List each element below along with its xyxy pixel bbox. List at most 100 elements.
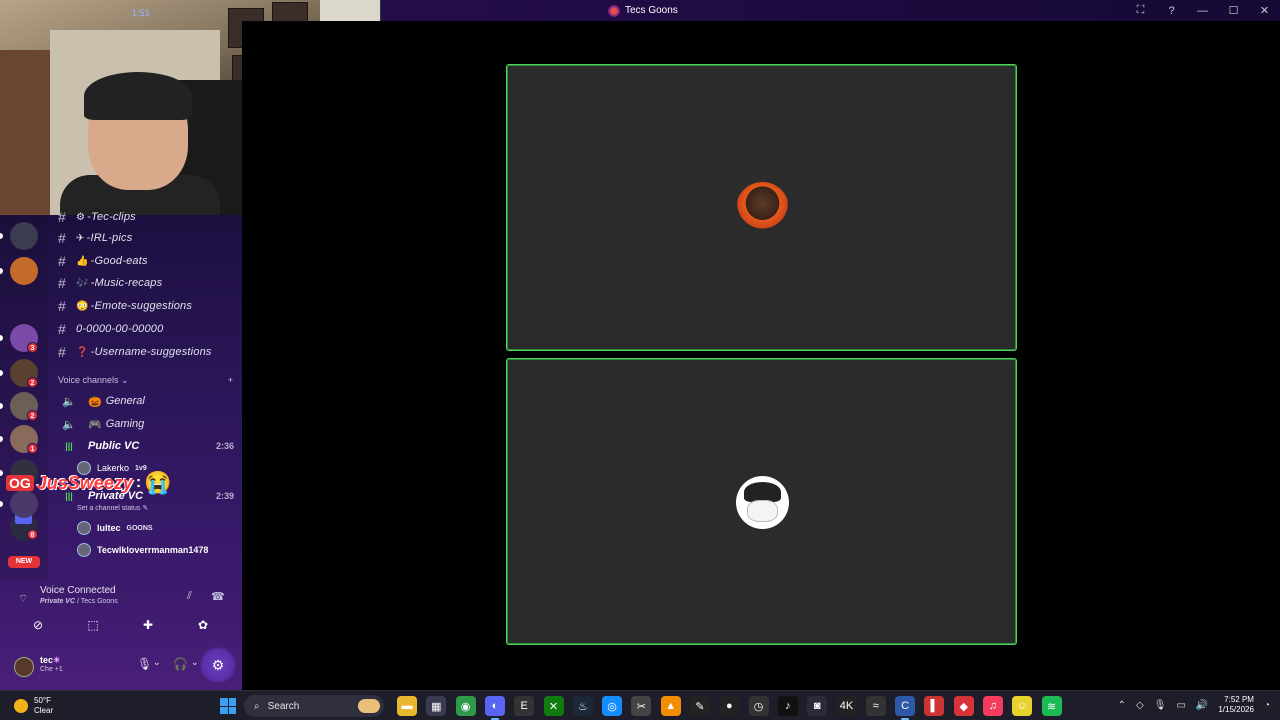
app-17-icon[interactable]: ≈: [865, 696, 886, 716]
search-box[interactable]: ⌕ Search: [244, 695, 384, 717]
store-icon[interactable]: ▦: [426, 696, 447, 716]
unread-pip: [0, 268, 3, 274]
text-channel[interactable]: #0-0000-00-00000: [58, 319, 163, 339]
text-channel[interactable]: # ⚙ -Tec-clips: [58, 207, 136, 227]
help-icon[interactable]: ?: [1156, 5, 1187, 17]
gear-icon[interactable]: ⚙: [200, 647, 236, 683]
window-title: Tecs Goons: [608, 2, 678, 19]
participant-tile[interactable]: [506, 64, 1017, 351]
text-channel[interactable]: # 😳 -Emote-suggestions: [58, 296, 192, 316]
soundboard-button[interactable]: ✿: [179, 616, 227, 634]
xbox-icon[interactable]: ✕: [543, 696, 564, 716]
weather-widget[interactable]: 50°F Clear: [14, 696, 53, 716]
text-channel[interactable]: # ✈ -IRL-pics: [58, 228, 132, 248]
chevron-down-icon[interactable]: ⌄: [153, 657, 161, 668]
volume-icon[interactable]: 🔊: [1196, 700, 1208, 711]
discord-icon[interactable]: ◐: [484, 696, 505, 720]
unread-pip: [0, 370, 3, 376]
voice-server-name: / Tecs Goons: [75, 598, 118, 605]
clock[interactable]: 7:52 PM 1/15/2026: [1218, 695, 1254, 715]
member-name: lultec: [97, 523, 121, 533]
server-icon[interactable]: [10, 257, 38, 285]
chevron-down-icon[interactable]: ⌄: [191, 657, 199, 668]
username[interactable]: tec✴: [40, 655, 61, 666]
close-button[interactable]: ✕: [1249, 4, 1280, 17]
microphone-icon[interactable]: 🎙: [1154, 700, 1167, 711]
headphones-icon[interactable]: 🎧: [173, 657, 188, 671]
microphone-icon[interactable]: 🎙: [137, 657, 152, 671]
weather-desc: Clear: [34, 706, 54, 715]
text-channel[interactable]: # ❓ -Username-suggestions: [58, 342, 212, 362]
weather-temp: 50°F: [34, 696, 51, 705]
epic-icon[interactable]: E: [514, 696, 535, 716]
activities-button[interactable]: ✚: [124, 616, 172, 634]
obs-icon[interactable]: ●: [719, 696, 740, 716]
maximize-button[interactable]: ☐: [1218, 4, 1249, 17]
capcut-icon[interactable]: ✂: [631, 696, 652, 716]
voice-member[interactable]: lultec GOONS: [77, 519, 153, 537]
channel-status[interactable]: Set a channel status ✎: [77, 504, 148, 512]
camera-off-button[interactable]: ⊘: [14, 616, 62, 634]
text-channel[interactable]: # 👍 -Good-eats: [58, 251, 148, 271]
vlc-icon[interactable]: ▲: [660, 696, 681, 716]
app-20-icon[interactable]: ◆: [953, 696, 974, 716]
speaker-icon: 🔈: [62, 418, 76, 431]
voice-channels-category[interactable]: Voice channels ⌄ +: [58, 375, 233, 389]
hash-icon: #: [58, 230, 66, 246]
member-name: Tecwlkloverrmanman1478: [97, 545, 209, 555]
itunes-icon[interactable]: ♫: [983, 696, 1003, 716]
signal-icon[interactable]: ⌔: [18, 592, 28, 606]
unread-pip: [0, 233, 3, 239]
steam-icon[interactable]: ♨: [572, 696, 593, 716]
channel-name: Public VC: [88, 440, 140, 452]
hash-icon: #: [58, 253, 66, 269]
minimize-button[interactable]: —: [1187, 5, 1218, 17]
voice-channel[interactable]: 🔈 🎃 General: [58, 391, 234, 411]
battlenet-icon[interactable]: ◎: [602, 696, 623, 716]
date: 1/15/2026: [1218, 705, 1254, 714]
channel-emoji: 🎶: [76, 277, 89, 289]
add-channel-icon[interactable]: +: [228, 375, 233, 389]
spotify-icon[interactable]: ≋: [1041, 696, 1062, 716]
voice-channel[interactable]: 🔈 🎮 Gaming: [58, 414, 234, 434]
screen-share-button[interactable]: ⬚: [69, 616, 117, 634]
chevron-up-icon[interactable]: ⌃: [1118, 700, 1126, 711]
search-icon: ⌕: [254, 700, 260, 712]
voice-channel-name: Private VC: [40, 598, 76, 605]
new-badge: NEW: [8, 556, 40, 568]
channel-name: -Username-suggestions: [90, 346, 212, 358]
app-18-icon[interactable]: C: [895, 696, 916, 720]
hash-icon: #: [58, 321, 66, 337]
channel-emoji: 🎮: [88, 418, 102, 431]
clock-icon[interactable]: ◷: [748, 696, 769, 716]
voice-member[interactable]: Tecwlkloverrmanman1478: [77, 541, 208, 559]
app-15-icon[interactable]: ◙: [807, 696, 828, 716]
channel-emoji: 😳: [76, 300, 89, 312]
tiktok-icon[interactable]: ♪: [777, 696, 798, 716]
app-22-icon[interactable]: ☺: [1012, 696, 1033, 716]
call-stage: [242, 21, 1280, 690]
unread-pip: [0, 470, 3, 476]
noise-suppression-icon[interactable]: ⫽: [187, 590, 192, 603]
pen-icon[interactable]: ✎: [690, 696, 710, 716]
search-label: Search: [267, 700, 300, 712]
app-19-icon[interactable]: ▌: [924, 696, 945, 716]
hash-icon: #: [58, 275, 66, 291]
user-panel: tec✴ Che +1 🎙 ⌄ 🎧 ⌄ ⚙: [0, 644, 242, 690]
text-channel[interactable]: # 🎶 -Music-recaps: [58, 273, 162, 293]
voice-channel[interactable]: ||| Public VC 2:36: [58, 436, 234, 456]
file-explorer-icon[interactable]: ▬: [397, 696, 417, 716]
server-icon[interactable]: [10, 222, 38, 250]
start-button[interactable]: [220, 698, 236, 714]
display-icon[interactable]: ▭: [1176, 700, 1185, 711]
app-16-icon[interactable]: 4K: [836, 696, 857, 716]
network-icon[interactable]: ◇: [1136, 700, 1144, 711]
notifications-icon[interactable]: ◔: [1264, 700, 1270, 711]
user-avatar[interactable]: [14, 657, 34, 677]
taskbar: 50°F Clear ⌕ Search ▬ ▦ ◉ ◐ E ✕ ♨ ◎ ✂ ▲ ✎ ● ◷ ♪ ◙ 4K ≈ C ▌ ◆…: [0, 690, 1280, 720]
disconnect-icon[interactable]: ☎: [211, 590, 225, 603]
mention-badge: 3: [27, 342, 38, 353]
participant-tile[interactable]: [506, 358, 1017, 645]
inbox-icon[interactable]: ⛶: [1125, 4, 1156, 17]
chrome-icon[interactable]: ◉: [455, 696, 476, 716]
